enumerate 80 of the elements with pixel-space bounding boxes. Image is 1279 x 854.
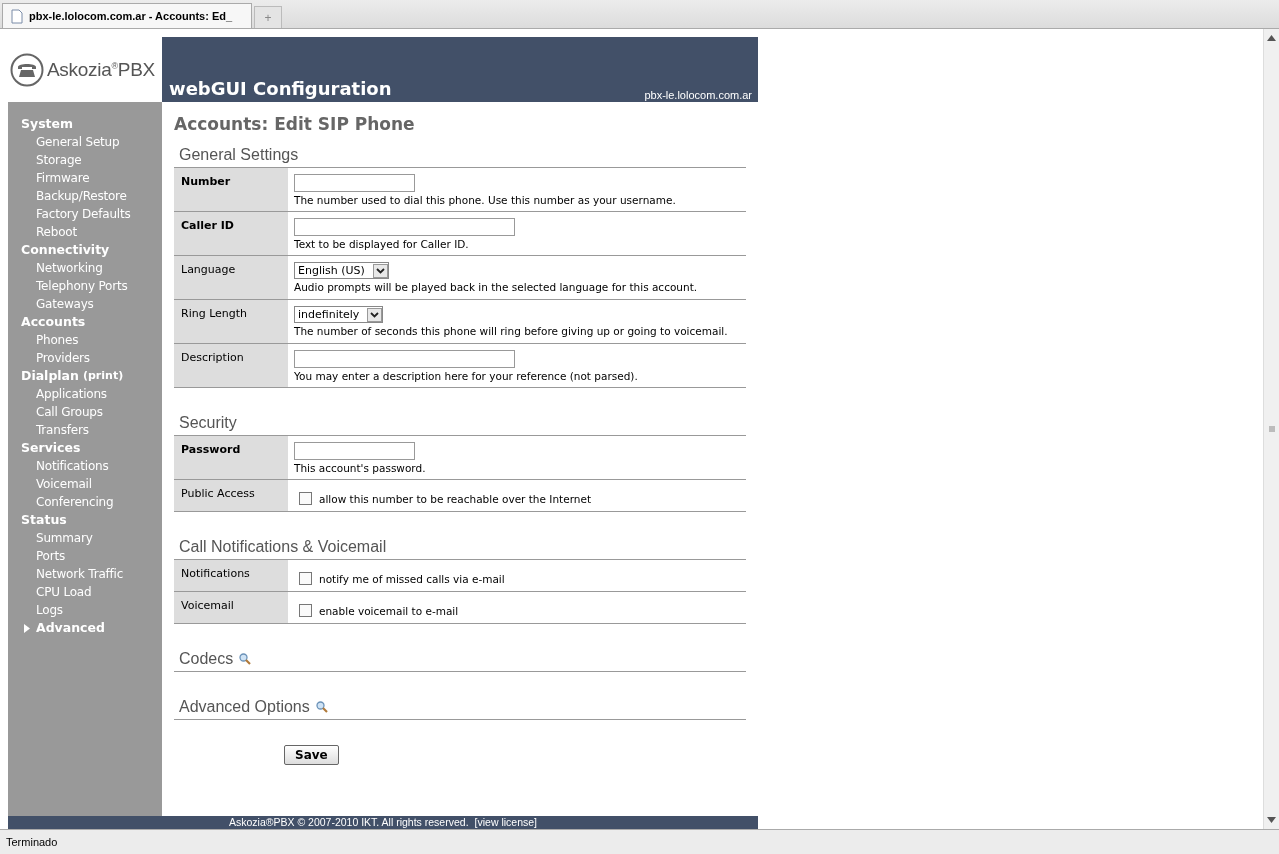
sidebar-link[interactable]: Applications bbox=[8, 385, 162, 403]
page-icon bbox=[11, 8, 23, 24]
sidebar-link[interactable]: Gateways bbox=[8, 295, 162, 313]
text-field[interactable] bbox=[294, 174, 415, 192]
checkbox-label: enable voicemail to e-mail bbox=[319, 604, 459, 617]
section-title: Codecs bbox=[179, 650, 234, 668]
field-hint: You may enter a description here for your reference (not parsed). bbox=[294, 370, 638, 382]
sidebar-link[interactable]: Reboot bbox=[8, 223, 162, 241]
field-label: Notifications bbox=[174, 560, 288, 591]
sidebar-link[interactable]: Firmware bbox=[8, 169, 162, 187]
sidebar-link[interactable]: Conferencing bbox=[8, 493, 162, 511]
checkbox[interactable] bbox=[299, 572, 312, 585]
logo-text: Askozia$^{®}$PBX bbox=[47, 58, 155, 81]
sidebar-link[interactable]: Transfers bbox=[8, 421, 162, 439]
dropdown[interactable]: indefinitely bbox=[294, 306, 384, 323]
field-hint: The number used to dial this phone. Use this number as your username. bbox=[294, 194, 676, 206]
page-title: Accounts: Edit SIP Phone bbox=[174, 114, 416, 134]
license-link[interactable]: [view license] bbox=[474, 816, 537, 829]
section-title: Security bbox=[179, 414, 237, 432]
sidebar-heading: Status bbox=[21, 511, 67, 529]
scroll-grip-icon[interactable] bbox=[1268, 426, 1275, 432]
text-field[interactable] bbox=[294, 350, 515, 368]
checkbox-label: notify me of missed calls via e-mail bbox=[319, 572, 505, 585]
scroll-up-icon[interactable] bbox=[1267, 35, 1276, 41]
scroll-down-icon[interactable] bbox=[1267, 817, 1276, 823]
sidebar-link[interactable]: Backup/Restore bbox=[8, 187, 162, 205]
save-button[interactable]: Save bbox=[284, 745, 339, 765]
new-tab-button[interactable]: + bbox=[254, 6, 282, 28]
field-hint: This account's password. bbox=[294, 462, 426, 474]
checkbox[interactable] bbox=[299, 492, 312, 505]
section-title: Advanced Options bbox=[179, 698, 310, 716]
browser-tab[interactable]: pbx-le.lolocom.com.ar - Accounts: Ed_ bbox=[2, 3, 252, 28]
copyright-text: Askozia®PBX © 2007-2010 IKT. All rights reserved. bbox=[228, 816, 469, 829]
sidebar-link[interactable]: Voicemail bbox=[8, 475, 162, 493]
sidebar-link[interactable]: Notifications bbox=[8, 457, 162, 475]
field-label: Voicemail bbox=[174, 592, 288, 623]
magnifier-icon[interactable] bbox=[239, 653, 252, 665]
sidebar-heading: Dialplan bbox=[21, 367, 79, 385]
text-field[interactable] bbox=[294, 218, 515, 236]
status-text: Terminado bbox=[6, 836, 58, 848]
dropdown[interactable]: English (US) bbox=[294, 262, 389, 279]
sidebar-link[interactable]: Providers bbox=[8, 349, 162, 367]
checkbox[interactable] bbox=[299, 604, 312, 617]
sidebar-link[interactable]: Networking bbox=[8, 259, 162, 277]
sidebar-link[interactable]: Ports bbox=[8, 547, 162, 565]
sidebar-link[interactable]: CPU Load bbox=[8, 583, 162, 601]
print-link[interactable]: (print) bbox=[82, 367, 124, 385]
host-name: pbx-le.lolocom.com.ar bbox=[644, 89, 752, 101]
scrollbar[interactable] bbox=[1263, 29, 1279, 829]
field-label: Number bbox=[174, 168, 288, 211]
sidebar-link[interactable]: Storage bbox=[8, 151, 162, 169]
sidebar-link[interactable]: Summary bbox=[8, 529, 162, 547]
sidebar-heading: Accounts bbox=[21, 313, 86, 331]
field-hint: The number of seconds this phone will ring before giving up or going to voicemail. bbox=[294, 325, 728, 337]
field-hint: Audio prompts will be played back in the selected language for this account. bbox=[294, 281, 698, 293]
field-label: Password bbox=[174, 436, 288, 479]
section-title: Call Notifications & Voicemail bbox=[179, 538, 387, 556]
sidebar-link[interactable]: Network Traffic bbox=[8, 565, 162, 583]
sidebar-group[interactable]: Advanced bbox=[8, 619, 162, 637]
field-hint: Text to be displayed for Caller ID. bbox=[294, 238, 469, 250]
checkbox-label: allow this number to be reachable over the Internet bbox=[319, 492, 591, 505]
phone-logo-icon bbox=[10, 52, 44, 87]
magnifier-icon[interactable] bbox=[315, 701, 328, 713]
app-title: webGUI Configuration bbox=[169, 78, 392, 101]
sidebar-link[interactable]: Call Groups bbox=[8, 403, 162, 421]
field-label: Public Access bbox=[174, 480, 288, 511]
field-label: Caller ID bbox=[174, 212, 288, 255]
field-label: Description bbox=[174, 344, 288, 387]
field-label: Language bbox=[174, 256, 288, 299]
sidebar-link[interactable]: Phones bbox=[8, 331, 162, 349]
sidebar-link[interactable]: General Setup bbox=[8, 133, 162, 151]
sidebar-heading: Connectivity bbox=[21, 241, 110, 259]
sidebar-heading: Services bbox=[21, 439, 81, 457]
sidebar-link[interactable]: Telephony Ports bbox=[8, 277, 162, 295]
sidebar-link[interactable]: Logs bbox=[8, 601, 162, 619]
sidebar-link[interactable]: Factory Defaults bbox=[8, 205, 162, 223]
section-title: General Settings bbox=[179, 146, 299, 164]
field-label: Ring Length bbox=[174, 300, 288, 343]
text-field[interactable] bbox=[294, 442, 415, 460]
sidebar-heading: System bbox=[21, 115, 74, 133]
